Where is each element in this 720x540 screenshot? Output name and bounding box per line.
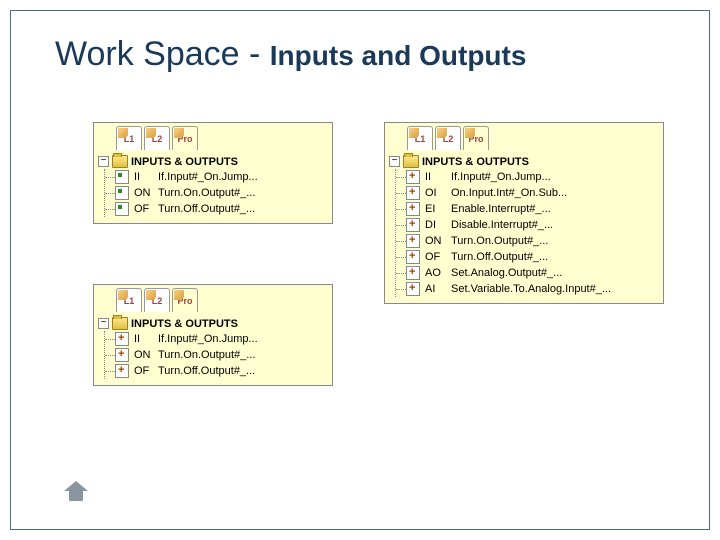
collapse-icon[interactable]: − — [98, 318, 109, 329]
tab-pro[interactable]: Pro — [172, 126, 198, 150]
doc-icon — [406, 202, 420, 216]
home-button[interactable] — [60, 472, 92, 500]
tree-root-b[interactable]: − INPUTS & OUTPUTS — [98, 316, 328, 331]
tab-icon — [409, 128, 419, 138]
tab-icon — [174, 128, 184, 138]
doc-icon — [406, 186, 420, 200]
tree-item[interactable]: ONTurn.On.Output#_... — [105, 347, 328, 363]
doc-icon — [406, 234, 420, 248]
doc-icon — [115, 186, 129, 200]
folder-icon — [112, 155, 128, 168]
tree-b: − INPUTS & OUTPUTS IIIf.Input#_On.Jump..… — [94, 312, 332, 385]
tab-pro[interactable]: Pro — [172, 288, 198, 312]
tree-item[interactable]: ONTurn.On.Output#_... — [396, 233, 659, 249]
tree-children-a: IIIf.Input#_On.Jump... ONTurn.On.Output#… — [104, 169, 328, 217]
tab-l2[interactable]: L2 — [144, 126, 170, 150]
tree-item[interactable]: OFTurn.Off.Output#_... — [105, 201, 328, 217]
tab-icon — [465, 128, 475, 138]
collapse-icon[interactable]: − — [98, 156, 109, 167]
tab-icon — [118, 128, 128, 138]
tree-item[interactable]: OFTurn.Off.Output#_... — [105, 363, 328, 379]
root-label: INPUTS & OUTPUTS — [422, 156, 529, 168]
doc-icon — [406, 282, 420, 296]
tree-a: − INPUTS & OUTPUTS IIIf.Input#_On.Jump..… — [94, 150, 332, 223]
tree-item[interactable]: AISet.Variable.To.Analog.Input#_... — [396, 281, 659, 297]
tree-panel-c: L1 L2 Pro − INPUTS & OUTPUTS IIIf.Input#… — [384, 122, 664, 304]
tab-l2[interactable]: L2 — [144, 288, 170, 312]
tabs-c: L1 L2 Pro — [385, 123, 663, 150]
tab-l1[interactable]: L1 — [116, 126, 142, 150]
tree-item[interactable]: IIIf.Input#_On.Jump... — [105, 169, 328, 185]
tab-l1[interactable]: L1 — [116, 288, 142, 312]
tabs-b: L1 L2 Pro — [94, 285, 332, 312]
doc-icon — [115, 202, 129, 216]
doc-icon — [115, 332, 129, 346]
tree-item[interactable]: OIOn.Input.Int#_On.Sub... — [396, 185, 659, 201]
doc-icon — [406, 266, 420, 280]
tab-l2[interactable]: L2 — [435, 126, 461, 150]
tab-icon — [118, 290, 128, 300]
tree-root-c[interactable]: − INPUTS & OUTPUTS — [389, 154, 659, 169]
tab-icon — [174, 290, 184, 300]
title-sub: Inputs and Outputs — [270, 40, 527, 71]
tree-item[interactable]: OFTurn.Off.Output#_... — [396, 249, 659, 265]
title-main: Work Space - — [55, 35, 270, 73]
doc-icon — [115, 170, 129, 184]
page-title: Work Space - Inputs and Outputs — [55, 35, 526, 74]
tab-icon — [146, 290, 156, 300]
tree-c: − INPUTS & OUTPUTS IIIf.Input#_On.Jump..… — [385, 150, 663, 303]
folder-icon — [112, 317, 128, 330]
tabs-a: L1 L2 Pro — [94, 123, 332, 150]
collapse-icon[interactable]: − — [389, 156, 400, 167]
tree-panel-a: L1 L2 Pro − INPUTS & OUTPUTS IIIf.Input#… — [93, 122, 333, 224]
doc-icon — [406, 250, 420, 264]
tab-icon — [437, 128, 447, 138]
doc-icon — [115, 364, 129, 378]
root-label: INPUTS & OUTPUTS — [131, 156, 238, 168]
tree-children-b: IIIf.Input#_On.Jump... ONTurn.On.Output#… — [104, 331, 328, 379]
root-label: INPUTS & OUTPUTS — [131, 318, 238, 330]
tab-icon — [146, 128, 156, 138]
tree-children-c: IIIf.Input#_On.Jump... OIOn.Input.Int#_O… — [395, 169, 659, 297]
tree-item[interactable]: AOSet.Analog.Output#_... — [396, 265, 659, 281]
doc-icon — [406, 170, 420, 184]
folder-icon — [403, 155, 419, 168]
tree-panel-b: L1 L2 Pro − INPUTS & OUTPUTS IIIf.Input#… — [93, 284, 333, 386]
tab-pro[interactable]: Pro — [463, 126, 489, 150]
doc-icon — [406, 218, 420, 232]
tree-item[interactable]: DIDisable.Interrupt#_... — [396, 217, 659, 233]
tree-item[interactable]: ONTurn.On.Output#_... — [105, 185, 328, 201]
tree-item[interactable]: EIEnable.Interrupt#_... — [396, 201, 659, 217]
tree-item[interactable]: IIIf.Input#_On.Jump... — [396, 169, 659, 185]
tab-l1[interactable]: L1 — [407, 126, 433, 150]
doc-icon — [115, 348, 129, 362]
home-icon — [64, 481, 88, 491]
tree-root-a[interactable]: − INPUTS & OUTPUTS — [98, 154, 328, 169]
tree-item[interactable]: IIIf.Input#_On.Jump... — [105, 331, 328, 347]
